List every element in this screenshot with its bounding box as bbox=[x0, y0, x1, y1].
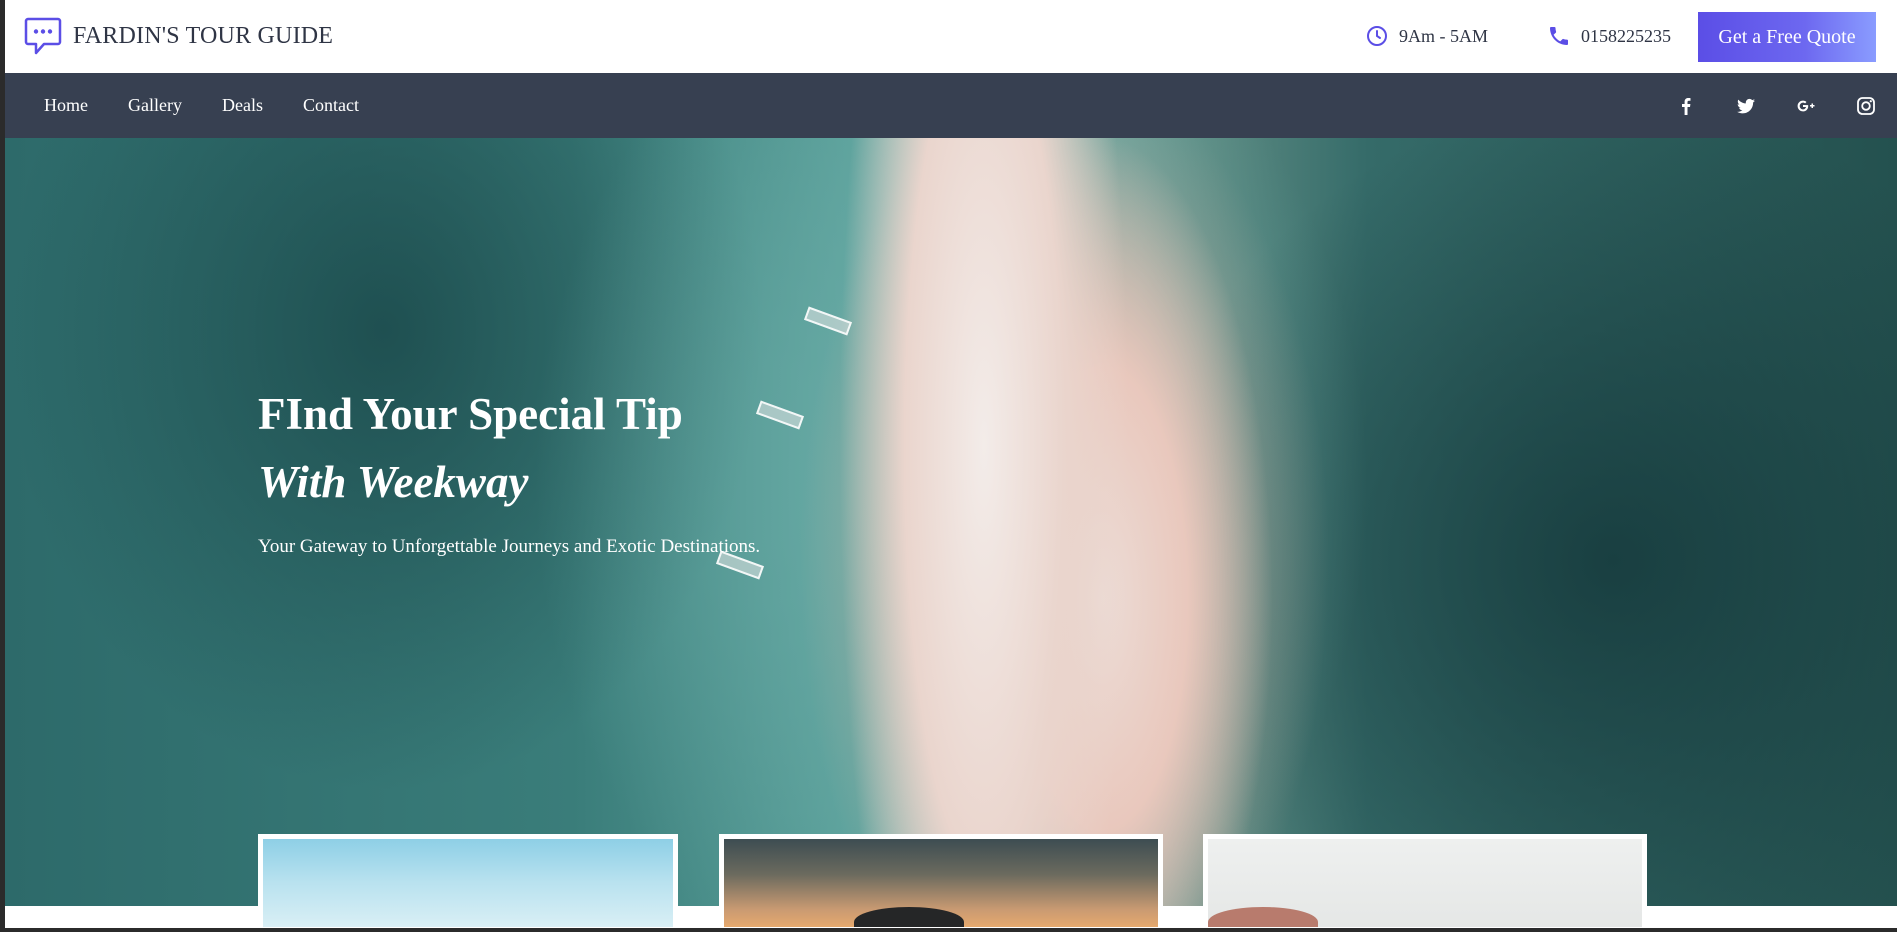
nav-menu: Home Gallery Deals Contact bbox=[44, 73, 399, 138]
mountain-silhouette bbox=[854, 907, 964, 927]
hours-text: 9Am - 5AM bbox=[1399, 25, 1488, 46]
phone-number[interactable]: 0158225235 bbox=[1547, 24, 1671, 48]
opening-hours: 9Am - 5AM bbox=[1365, 24, 1488, 48]
phone-icon bbox=[1550, 27, 1568, 45]
nav-item-gallery[interactable]: Gallery bbox=[128, 95, 182, 116]
facebook-icon[interactable] bbox=[1671, 73, 1701, 138]
brand-logo[interactable]: FARDIN'S TOUR GUIDE bbox=[24, 16, 333, 56]
hero-tagline: Your Gateway to Unforgettable Journeys a… bbox=[258, 536, 761, 557]
destination-card[interactable] bbox=[258, 834, 678, 928]
page: FARDIN'S TOUR GUIDE 9Am - 5AM 0158225235… bbox=[5, 0, 1897, 928]
hero-subtitle: With Weekway bbox=[258, 457, 529, 507]
chat-bubble-icon bbox=[24, 17, 62, 55]
get-free-quote-button[interactable]: Get a Free Quote bbox=[1698, 12, 1876, 62]
main-nav: Home Gallery Deals Contact bbox=[5, 73, 1897, 138]
mountain-silhouette bbox=[1208, 907, 1318, 927]
destination-card[interactable] bbox=[719, 834, 1163, 928]
clock-icon bbox=[1367, 26, 1387, 46]
nav-item-deals[interactable]: Deals bbox=[222, 95, 263, 116]
hero-banner: FInd Your Special Tip With Weekway Your … bbox=[5, 138, 1897, 906]
destination-card[interactable] bbox=[1203, 834, 1647, 928]
google-plus-icon[interactable] bbox=[1791, 73, 1821, 138]
nav-item-home[interactable]: Home bbox=[44, 95, 88, 116]
nav-item-contact[interactable]: Contact bbox=[303, 95, 359, 116]
destination-card-image bbox=[724, 839, 1158, 927]
phone-text: 0158225235 bbox=[1581, 25, 1671, 46]
brand-name: FARDIN'S TOUR GUIDE bbox=[73, 22, 334, 49]
hero-background-image bbox=[775, 138, 1155, 906]
hero-title: FInd Your Special Tip bbox=[258, 389, 683, 439]
destination-card-image bbox=[263, 839, 673, 927]
destination-card-image bbox=[1208, 839, 1642, 927]
instagram-icon[interactable] bbox=[1851, 73, 1881, 138]
top-bar: FARDIN'S TOUR GUIDE 9Am - 5AM 0158225235… bbox=[5, 0, 1897, 73]
twitter-icon[interactable] bbox=[1731, 73, 1761, 138]
